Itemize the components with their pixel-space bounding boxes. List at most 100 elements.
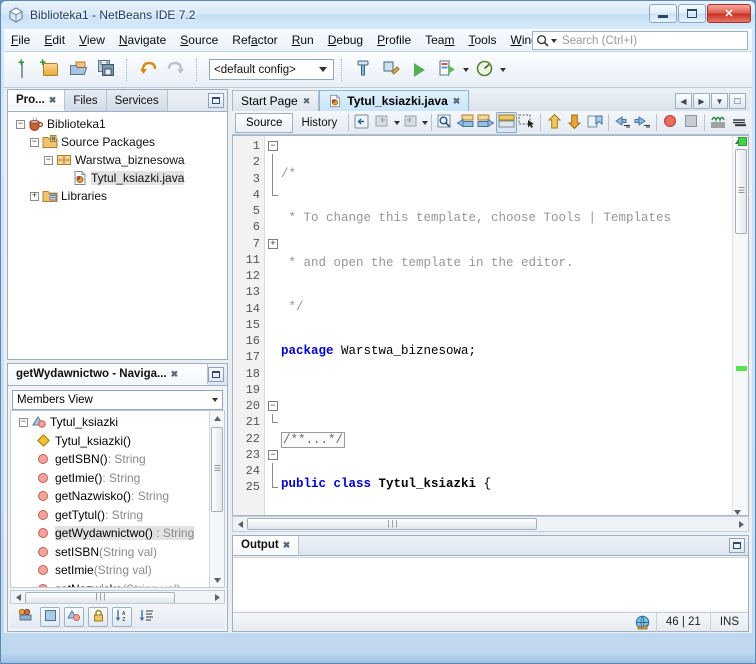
minimize-window-icon[interactable] (208, 93, 224, 108)
clean-build-button[interactable] (378, 57, 404, 83)
close-button[interactable]: ✕ (707, 4, 751, 23)
fold-toggle-javadoc[interactable]: + (266, 236, 281, 252)
back-history-button[interactable] (373, 112, 393, 133)
tab-files[interactable]: Files (65, 90, 107, 111)
member-setnazwisko[interactable]: setNazwisko (String val) (11, 580, 224, 587)
debug-dropdown-arrow-icon[interactable] (463, 67, 469, 72)
run-project-button[interactable] (406, 57, 432, 83)
scroll-down-arrow-icon[interactable] (210, 573, 224, 587)
tab-start-page[interactable]: Start Page ✖ (232, 90, 320, 111)
project-configuration-combo[interactable]: <default config> (209, 59, 334, 80)
show-non-public-button[interactable] (88, 606, 108, 627)
toggle-highlight-search-button[interactable] (495, 112, 517, 133)
scroll-down-arrow-icon[interactable] (734, 504, 742, 515)
collapse-fold-icon[interactable]: − (268, 141, 278, 151)
minimize-window-icon[interactable] (208, 367, 224, 382)
editor-horizontal-scrollbar[interactable]: ||| (232, 516, 749, 532)
stop-macro-recording-button[interactable] (728, 112, 748, 133)
expand-toggle-icon[interactable]: + (30, 191, 39, 201)
new-project-button[interactable]: + (37, 57, 63, 83)
editor-hscroll-thumb[interactable]: ||| (247, 518, 537, 530)
code-folding-column[interactable]: − + − − (266, 136, 281, 515)
menu-tools[interactable]: Tools (461, 30, 503, 50)
find-next-button[interactable] (475, 112, 495, 133)
start-macro-recording-button[interactable] (708, 112, 728, 133)
collapse-toggle-icon[interactable]: − (44, 155, 53, 165)
output-console[interactable] (233, 557, 748, 611)
notifications-globe-icon[interactable] (629, 615, 656, 630)
tree-node-tytul-ksiazki-java[interactable]: Tytul_ksiazki.java (8, 169, 227, 187)
save-all-button[interactable] (93, 57, 119, 83)
previous-bookmark-button[interactable] (544, 112, 564, 133)
debug-project-button[interactable] (434, 57, 460, 83)
menu-edit[interactable]: Edit (37, 30, 72, 50)
collapsed-javadoc-marker[interactable]: /**...*/ (281, 431, 346, 448)
navigator-hscroll-thumb[interactable]: ||| (25, 591, 175, 604)
profile-dropdown-arrow-icon[interactable] (500, 67, 506, 72)
menu-profile[interactable]: Profile (370, 30, 418, 50)
editor-vertical-scrollbar[interactable]: ☰ (732, 136, 748, 515)
show-fields-button[interactable] (64, 606, 84, 627)
tree-node-libraries[interactable]: + Libraries (8, 187, 227, 205)
member-getnazwisko[interactable]: getNazwisko() : String (11, 487, 224, 506)
menu-debug[interactable]: Debug (321, 30, 370, 50)
navigator-view-combo[interactable]: Members View (12, 390, 223, 410)
tab-services[interactable]: Services (106, 90, 168, 111)
search-dropdown-arrow-icon[interactable] (551, 38, 557, 43)
forward-history-dropdown-icon[interactable] (421, 120, 428, 125)
undo-button[interactable] (135, 57, 161, 83)
tab-output[interactable]: Output ✖ (233, 536, 300, 555)
code-text[interactable]: /* * To change this template, choose Too… (281, 136, 731, 515)
editor-scroll-thumb[interactable]: ☰ (735, 149, 747, 234)
fold-toggle-comment-block[interactable]: − (266, 138, 281, 154)
shift-left-button[interactable] (612, 112, 632, 133)
navigator-scroll-thumb[interactable]: ☰ (211, 427, 223, 512)
member-gettytul[interactable]: getTytul() : String (11, 506, 224, 525)
close-icon[interactable]: ✖ (303, 96, 311, 107)
project-tree[interactable]: − Biblioteka1 − Source Packages − Warstw… (8, 112, 227, 359)
filters-button[interactable] (16, 607, 36, 627)
open-project-button[interactable] (65, 57, 91, 83)
toggle-breakpoint-button[interactable] (660, 112, 680, 133)
sort-alphabetically-button[interactable]: A Z (112, 606, 132, 627)
toggle-bookmark-button[interactable] (585, 112, 605, 133)
menu-navigate[interactable]: Navigate (112, 30, 173, 50)
sort-by-source-button[interactable] (136, 607, 156, 627)
scroll-tabs-right-button[interactable]: ▶ (693, 93, 710, 109)
tree-node-source-packages[interactable]: − Source Packages (8, 133, 227, 151)
collapse-toggle-icon[interactable]: − (30, 137, 39, 147)
close-icon[interactable]: ✖ (283, 540, 291, 551)
scroll-tabs-left-button[interactable]: ◀ (675, 93, 692, 109)
shift-right-button[interactable] (633, 112, 653, 133)
navigator-vertical-scrollbar[interactable]: ☰ (209, 411, 224, 587)
find-previous-button[interactable] (455, 112, 475, 133)
maximize-button[interactable] (678, 4, 706, 23)
expand-fold-icon[interactable]: + (268, 238, 278, 249)
collapse-fold-icon[interactable]: − (268, 449, 278, 460)
tree-node-warstwa-biznesowa[interactable]: − Warstwa_biznesowa (8, 151, 227, 169)
menu-source[interactable]: Source (173, 30, 225, 50)
minimize-button[interactable] (649, 4, 677, 23)
close-icon[interactable]: ✖ (171, 369, 179, 380)
close-icon[interactable]: ✖ (49, 95, 57, 106)
find-selection-button[interactable] (435, 112, 455, 133)
member-constructor[interactable]: Tytul_ksiazki() (11, 432, 224, 451)
tab-tytul-ksiazki-java[interactable]: Tytul_ksiazki.java ✖ (319, 90, 470, 111)
redo-button[interactable] (163, 57, 189, 83)
member-getisbn[interactable]: getISBN() : String (11, 450, 224, 469)
maximize-editor-button[interactable]: ☐ (729, 93, 746, 109)
fold-toggle-gettytul[interactable]: − (266, 447, 281, 463)
member-getwydawnictwo[interactable]: getWydawnictwo() : String (11, 524, 224, 543)
scroll-up-arrow-icon[interactable] (210, 411, 224, 425)
member-setisbn[interactable]: setISBN (String val) (11, 543, 224, 562)
member-setimie[interactable]: setImie (String val) (11, 561, 224, 580)
profile-project-button[interactable] (471, 57, 497, 83)
menu-team[interactable]: Team (418, 30, 461, 50)
history-view-button[interactable]: History (293, 113, 345, 133)
menu-run[interactable]: Run (285, 30, 321, 50)
source-view-button[interactable]: Source (235, 112, 294, 133)
show-inherited-button[interactable] (40, 606, 60, 627)
scroll-left-arrow-icon[interactable] (233, 517, 247, 531)
tab-projects[interactable]: Pro... ✖ (8, 90, 66, 111)
last-edit-position-button[interactable] (352, 112, 372, 133)
